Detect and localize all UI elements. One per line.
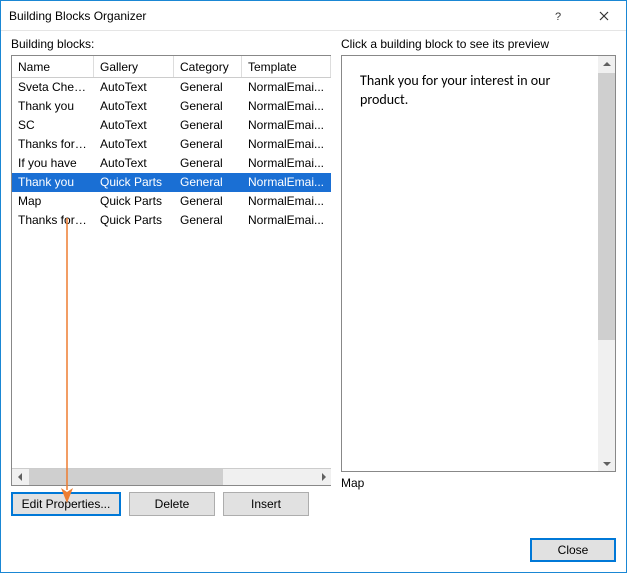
dialog-content: Building blocks: Name Gallery Category T… bbox=[1, 31, 626, 532]
dialog-title: Building Blocks Organizer bbox=[9, 9, 536, 23]
cell-name: If you have bbox=[12, 154, 94, 173]
chevron-left-icon bbox=[17, 473, 25, 481]
cell-name: Thank you bbox=[12, 97, 94, 116]
cell-gallery: AutoText bbox=[94, 154, 174, 173]
cell-template: NormalEmai... bbox=[242, 97, 331, 116]
cell-gallery: Quick Parts bbox=[94, 211, 174, 230]
cell-category: General bbox=[174, 192, 242, 211]
titlebar: Building Blocks Organizer ? bbox=[1, 1, 626, 31]
table-row[interactable]: Thanks for ...AutoTextGeneralNormalEmai.… bbox=[12, 135, 331, 154]
scroll-track[interactable] bbox=[29, 469, 314, 485]
action-button-row: Edit Properties... Delete Insert bbox=[11, 486, 331, 522]
scroll-left-button[interactable] bbox=[12, 469, 29, 485]
horizontal-scrollbar[interactable] bbox=[12, 468, 331, 485]
cell-category: General bbox=[174, 211, 242, 230]
cell-category: General bbox=[174, 78, 242, 97]
preview-text: Thank you for your interest in our produ… bbox=[360, 72, 550, 108]
column-header-template[interactable]: Template bbox=[242, 56, 331, 77]
column-header-name[interactable]: Name bbox=[12, 56, 94, 77]
preview-selected-name: Map bbox=[341, 472, 616, 492]
cell-gallery: Quick Parts bbox=[94, 192, 174, 211]
table-row[interactable]: If you haveAutoTextGeneralNormalEmai... bbox=[12, 154, 331, 173]
cell-category: General bbox=[174, 154, 242, 173]
preview-label: Click a building block to see its previe… bbox=[341, 37, 616, 55]
table-row[interactable]: Thank youQuick PartsGeneralNormalEmai... bbox=[12, 173, 331, 192]
scroll-right-button[interactable] bbox=[314, 469, 331, 485]
cell-name: Sveta Cheu... bbox=[12, 78, 94, 97]
scroll-down-button[interactable] bbox=[598, 454, 615, 471]
chevron-up-icon bbox=[603, 61, 611, 69]
preview-box: Thank you for your interest in our produ… bbox=[341, 55, 616, 472]
help-button[interactable]: ? bbox=[536, 1, 581, 31]
cell-gallery: AutoText bbox=[94, 116, 174, 135]
table-row[interactable]: MapQuick PartsGeneralNormalEmai... bbox=[12, 192, 331, 211]
help-icon: ? bbox=[554, 11, 564, 21]
cell-template: NormalEmai... bbox=[242, 192, 331, 211]
cell-category: General bbox=[174, 173, 242, 192]
preview-scroll-track[interactable] bbox=[598, 73, 615, 454]
chevron-right-icon bbox=[319, 473, 327, 481]
close-button[interactable]: Close bbox=[530, 538, 616, 562]
cell-name: Thank you bbox=[12, 173, 94, 192]
cell-template: NormalEmai... bbox=[242, 78, 331, 97]
cell-template: NormalEmai... bbox=[242, 154, 331, 173]
cell-gallery: AutoText bbox=[94, 97, 174, 116]
building-blocks-label: Building blocks: bbox=[11, 37, 331, 55]
cell-template: NormalEmai... bbox=[242, 116, 331, 135]
cell-gallery: AutoText bbox=[94, 135, 174, 154]
preview-scroll-thumb[interactable] bbox=[598, 73, 615, 340]
cell-gallery: Quick Parts bbox=[94, 173, 174, 192]
column-header-category[interactable]: Category bbox=[174, 56, 242, 77]
insert-button[interactable]: Insert bbox=[223, 492, 309, 516]
scroll-up-button[interactable] bbox=[598, 56, 615, 73]
table-row[interactable]: Thank youAutoTextGeneralNormalEmai... bbox=[12, 97, 331, 116]
cell-name: Map bbox=[12, 192, 94, 211]
edit-properties-button[interactable]: Edit Properties... bbox=[11, 492, 121, 516]
table-body: Sveta Cheu...AutoTextGeneralNormalEmai..… bbox=[12, 78, 331, 468]
delete-button[interactable]: Delete bbox=[129, 492, 215, 516]
svg-text:?: ? bbox=[555, 11, 561, 21]
scroll-thumb[interactable] bbox=[29, 469, 223, 485]
building-blocks-pane: Building blocks: Name Gallery Category T… bbox=[11, 37, 331, 522]
table-row[interactable]: Thanks for ...Quick PartsGeneralNormalEm… bbox=[12, 211, 331, 230]
building-blocks-organizer-dialog: Building Blocks Organizer ? Building blo… bbox=[0, 0, 627, 573]
close-window-button[interactable] bbox=[581, 1, 626, 31]
table-header-row: Name Gallery Category Template bbox=[12, 56, 331, 78]
cell-name: SC bbox=[12, 116, 94, 135]
cell-category: General bbox=[174, 97, 242, 116]
preview-vertical-scrollbar[interactable] bbox=[598, 56, 615, 471]
column-header-gallery[interactable]: Gallery bbox=[94, 56, 174, 77]
table-row[interactable]: SCAutoTextGeneralNormalEmai... bbox=[12, 116, 331, 135]
preview-pane: Click a building block to see its previe… bbox=[341, 37, 616, 522]
cell-template: NormalEmai... bbox=[242, 211, 331, 230]
cell-template: NormalEmai... bbox=[242, 173, 331, 192]
cell-name: Thanks for ... bbox=[12, 211, 94, 230]
cell-name: Thanks for ... bbox=[12, 135, 94, 154]
close-icon bbox=[599, 11, 609, 21]
dialog-footer: Close bbox=[1, 532, 626, 572]
table-row[interactable]: Sveta Cheu...AutoTextGeneralNormalEmai..… bbox=[12, 78, 331, 97]
cell-category: General bbox=[174, 116, 242, 135]
cell-template: NormalEmai... bbox=[242, 135, 331, 154]
building-blocks-table[interactable]: Name Gallery Category Template Sveta Che… bbox=[11, 55, 331, 486]
chevron-down-icon bbox=[603, 459, 611, 467]
cell-gallery: AutoText bbox=[94, 78, 174, 97]
cell-category: General bbox=[174, 135, 242, 154]
